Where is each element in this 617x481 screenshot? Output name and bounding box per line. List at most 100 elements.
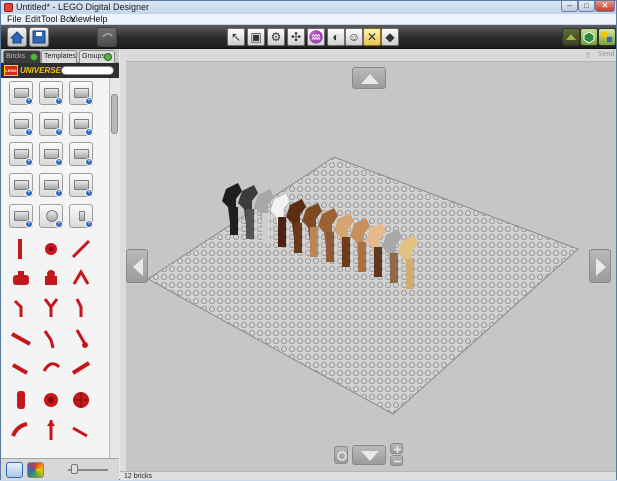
red-part-thumbnail[interactable] [39, 237, 63, 261]
paint-bucket-tool[interactable]: ◐ [327, 28, 345, 46]
decoration-tool[interactable]: ☺ [345, 28, 363, 46]
brick-thumbnail[interactable]: + [39, 204, 63, 228]
brick-thumbnail[interactable]: + [39, 81, 63, 105]
red-part-thumbnail[interactable] [39, 266, 63, 290]
hinge-align-tool[interactable]: ✣ [287, 28, 305, 46]
red-part-thumbnail[interactable] [9, 266, 33, 290]
red-part-thumbnail[interactable] [39, 388, 63, 412]
red-part-thumbnail[interactable] [69, 418, 93, 442]
palette-scrollbar[interactable] [109, 78, 119, 458]
red-part-thumbnail[interactable] [69, 237, 93, 261]
expand-group-icon: + [85, 97, 93, 105]
baseplate[interactable] [147, 156, 579, 415]
palette-footer [1, 458, 119, 480]
tab-templates-label: Templates [44, 53, 76, 60]
lego-app-icon [4, 3, 13, 12]
brick-view-button[interactable] [6, 462, 23, 478]
menu-view[interactable]: View [70, 14, 89, 25]
clone-tool[interactable]: ▣ [247, 28, 265, 46]
brick-thumbnail[interactable]: + [39, 142, 63, 166]
tab-bricks[interactable]: Bricks [3, 50, 41, 63]
red-part-thumbnail[interactable] [69, 266, 93, 290]
zoom-in-icon [394, 446, 401, 453]
red-part-thumbnail[interactable] [69, 357, 93, 381]
select-tool[interactable]: ↖ [227, 28, 245, 46]
red-part-thumbnail[interactable] [39, 295, 63, 319]
zoom-out-button[interactable] [390, 455, 403, 466]
window-title: Untitled* - LEGO Digital Designer [16, 2, 150, 12]
expand-group-icon: + [25, 189, 33, 197]
brick-thumbnail[interactable]: + [69, 173, 93, 197]
color-palette-button[interactable] [27, 462, 44, 478]
home-button[interactable] [7, 27, 27, 47]
red-part-thumbnail[interactable] [69, 388, 93, 412]
brick-grid: + + + + + + + + + + + + + + + [1, 78, 109, 458]
expand-group-icon: + [85, 128, 93, 136]
status-bar: 12 bricks [120, 471, 616, 480]
menu-file[interactable]: File [7, 14, 22, 25]
brick-thumbnail[interactable]: + [9, 173, 33, 197]
brick-thumbnail[interactable]: + [69, 81, 93, 105]
palette-tabs: Bricks Templates Groups [1, 49, 119, 63]
save-button[interactable] [29, 27, 49, 47]
view-mode-button[interactable] [580, 28, 598, 46]
expand-group-icon: + [85, 189, 93, 197]
camera-up-button[interactable] [352, 67, 386, 89]
undo-button[interactable] [97, 27, 117, 47]
tab-groups-label: Groups [82, 53, 105, 60]
brick-thumbnail[interactable]: + [9, 81, 33, 105]
reset-view-button[interactable] [334, 446, 348, 464]
red-part-thumbnail[interactable] [9, 237, 33, 261]
palette-search-input[interactable] [61, 66, 114, 75]
build-mode-button[interactable] [562, 28, 580, 46]
brick-thumbnail[interactable]: + [39, 173, 63, 197]
brick-thumbnail[interactable]: + [9, 112, 33, 136]
red-part-thumbnail[interactable] [9, 357, 33, 381]
camera-right-button[interactable] [589, 249, 611, 283]
thumbnail-size-slider-handle[interactable] [71, 464, 78, 474]
red-part-thumbnail[interactable] [39, 357, 63, 381]
red-part-thumbnail[interactable] [69, 326, 93, 350]
red-part-thumbnail[interactable] [39, 418, 63, 442]
delete-tool[interactable]: ✕ [363, 28, 381, 46]
tab-templates[interactable]: Templates [41, 50, 77, 63]
brick-thumbnail[interactable]: + [69, 204, 93, 228]
zoom-in-button[interactable] [390, 443, 403, 454]
palette-scrollbar-thumb[interactable] [111, 94, 118, 134]
title-bar: Untitled* - LEGO Digital Designer – □ ✕ [1, 1, 616, 14]
expand-group-icon: + [55, 97, 63, 105]
expand-group-icon: + [25, 220, 33, 228]
expand-group-icon: + [55, 220, 63, 228]
maximize-button[interactable]: □ [578, 1, 595, 12]
build-mode-icon [566, 34, 576, 40]
red-part-thumbnail[interactable] [9, 388, 33, 412]
camera-left-button[interactable] [126, 249, 148, 283]
red-part-thumbnail[interactable] [9, 326, 33, 350]
brick-thumbnail[interactable]: + [39, 112, 63, 136]
red-part-thumbnail[interactable] [39, 326, 63, 350]
3d-viewport[interactable]: ⇧ Send [120, 49, 616, 471]
tab-groups[interactable]: Groups [79, 50, 115, 63]
arrow-up-icon [361, 74, 379, 84]
red-part-thumbnail[interactable] [69, 295, 93, 319]
brick-thumbnail[interactable]: + [9, 204, 33, 228]
scene [147, 156, 579, 415]
brick-thumbnail[interactable]: + [9, 142, 33, 166]
arrow-right-icon [596, 258, 606, 276]
brick-thumbnail[interactable]: + [69, 112, 93, 136]
red-part-thumbnail[interactable] [9, 295, 33, 319]
minimize-button[interactable]: – [561, 1, 578, 12]
close-button[interactable]: ✕ [595, 1, 615, 12]
expand-group-icon: + [85, 158, 93, 166]
hide-tool[interactable]: ◆ [381, 28, 399, 46]
red-part-thumbnail[interactable] [9, 418, 33, 442]
palette-name[interactable]: UNIVERSE [20, 65, 61, 76]
camera-down-button[interactable] [352, 445, 386, 465]
menu-help[interactable]: Help [89, 14, 108, 25]
building-guide-mode-button[interactable] [598, 28, 616, 46]
brick-thumbnail[interactable]: + [69, 142, 93, 166]
menu-edit[interactable]: Edit [25, 14, 41, 25]
flex-tool[interactable]: ♒ [307, 28, 325, 46]
hinge-tool[interactable]: ⚙ [267, 28, 285, 46]
main-toolbar: ↖ ▣ ⚙ ✣ ♒ ◐ ☺ ✕ ◆ [1, 25, 616, 49]
